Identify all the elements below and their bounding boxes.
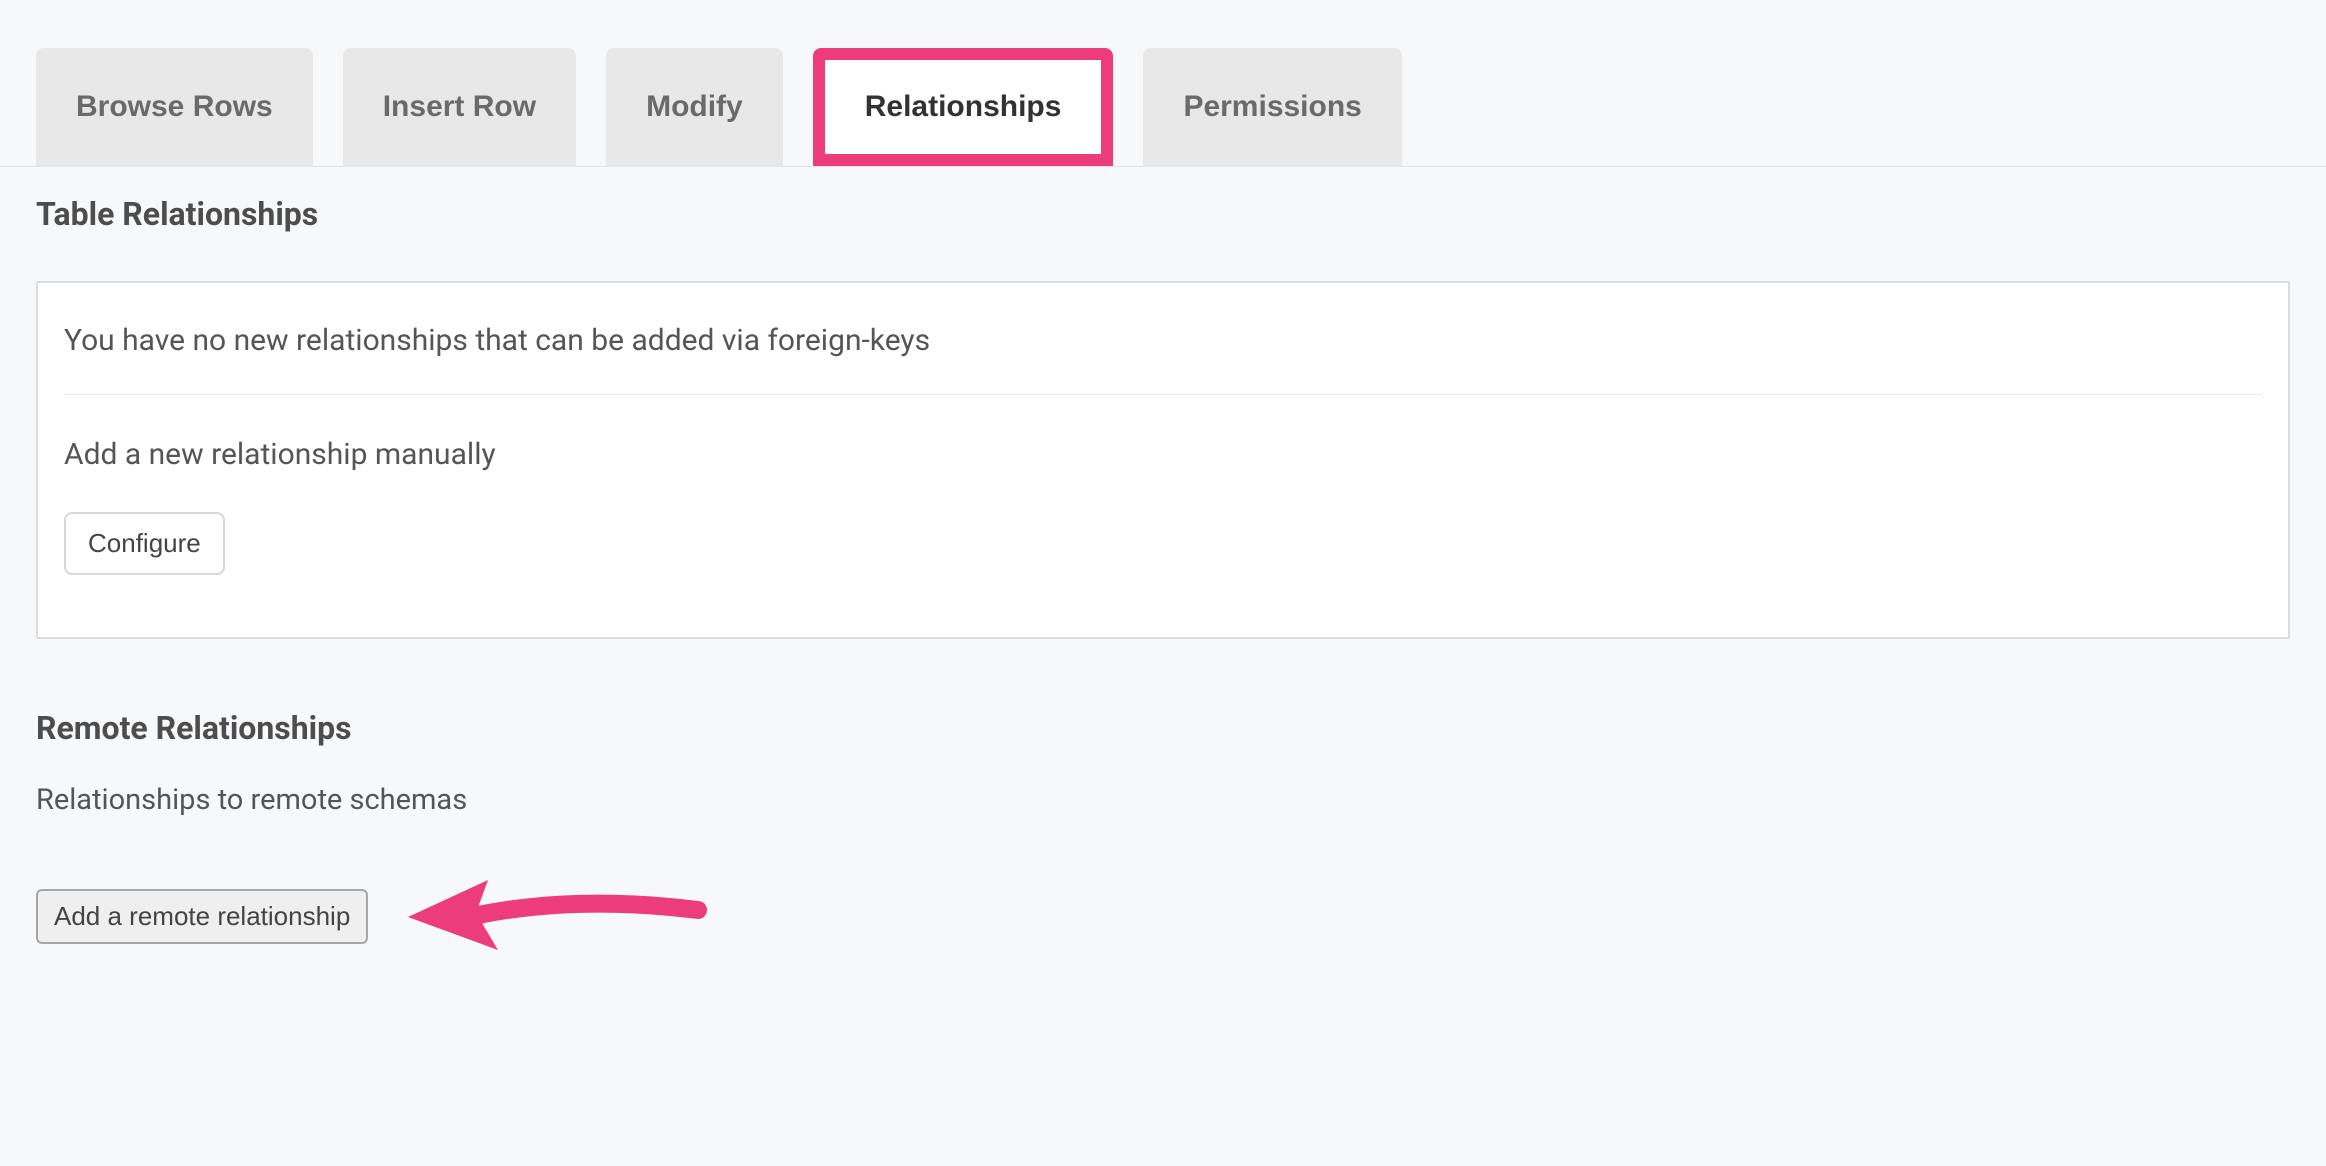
card-divider	[64, 394, 2262, 395]
add-manual-text: Add a new relationship manually	[64, 437, 2262, 472]
configure-button[interactable]: Configure	[64, 512, 225, 575]
relationships-card: You have no new relationships that can b…	[36, 281, 2290, 639]
tab-relationships[interactable]: Relationships	[813, 48, 1114, 166]
no-new-relationships-text: You have no new relationships that can b…	[64, 323, 2262, 358]
remote-relationships-section: Remote Relationships Relationships to re…	[36, 709, 2290, 971]
main-content: Table Relationships You have no new rela…	[0, 167, 2326, 999]
add-remote-relationship-button[interactable]: Add a remote relationship	[36, 889, 368, 944]
table-relationships-title: Table Relationships	[36, 195, 2290, 233]
tab-browse-rows[interactable]: Browse Rows	[36, 48, 313, 166]
remote-relationships-title: Remote Relationships	[36, 709, 2290, 747]
tab-insert-row[interactable]: Insert Row	[343, 48, 576, 166]
tab-bar: Browse Rows Insert Row Modify Relationsh…	[0, 0, 2326, 167]
arrow-annotation-icon	[398, 865, 708, 975]
remote-relationships-subtext: Relationships to remote schemas	[36, 783, 2290, 817]
tab-permissions[interactable]: Permissions	[1143, 48, 1401, 166]
tab-modify[interactable]: Modify	[606, 48, 783, 166]
